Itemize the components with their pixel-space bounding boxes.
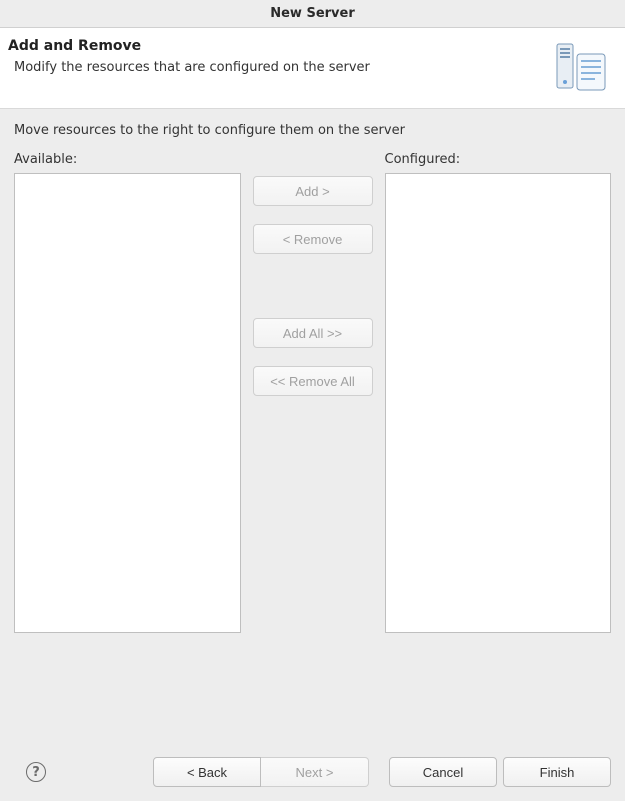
banner-title: Add and Remove [8,38,551,54]
wizard-footer: ? < Back Next > Cancel Finish [0,745,625,801]
add-button[interactable]: Add > [253,176,373,206]
configured-listbox[interactable] [385,173,612,633]
banner-subtitle: Modify the resources that are configured… [14,60,551,75]
available-label: Available: [14,152,241,167]
help-icon[interactable]: ? [26,762,46,782]
configured-label: Configured: [385,152,612,167]
add-all-button[interactable]: Add All >> [253,318,373,348]
finish-button[interactable]: Finish [503,757,611,787]
cancel-button[interactable]: Cancel [389,757,497,787]
window-title: New Server [0,0,625,28]
remove-button[interactable]: < Remove [253,224,373,254]
available-listbox[interactable] [14,173,241,633]
server-icon [551,38,611,98]
wizard-banner: Add and Remove Modify the resources that… [0,28,625,109]
next-button[interactable]: Next > [261,757,369,787]
back-button[interactable]: < Back [153,757,261,787]
instruction-text: Move resources to the right to configure… [14,123,611,138]
remove-all-button[interactable]: << Remove All [253,366,373,396]
wizard-content: Move resources to the right to configure… [0,109,625,633]
